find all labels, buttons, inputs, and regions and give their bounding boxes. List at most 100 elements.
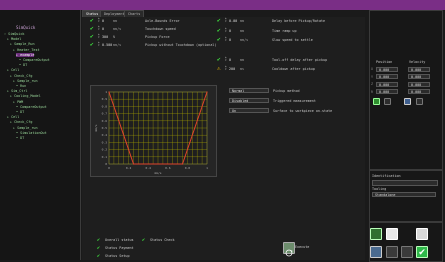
document-button[interactable] [386,228,398,240]
tree-item[interactable]: • DT [16,136,24,141]
stepper-down-icon[interactable]: ▼ [225,59,227,62]
x-tick-label: 0.4 [145,166,151,170]
tree-item[interactable]: • DT [16,110,24,115]
y-tick-label: 0.2 [102,148,108,152]
tree-item[interactable]: ▸ Sample_run [13,126,38,131]
stepper-down-icon[interactable]: ▼ [225,20,227,23]
param-value[interactable]: 0 [102,27,104,32]
layout-button[interactable] [370,246,382,258]
status-check-icon: ✔ [97,237,101,243]
velocity-field[interactable]: 0.000 [408,74,430,79]
tree-item[interactable]: • SimulationOut [16,131,47,136]
velocity-field[interactable]: 0.000 [408,66,430,72]
tree-item[interactable]: • Run [16,84,26,89]
identification-label: Identification [372,174,401,178]
execute-button[interactable] [283,242,295,257]
position-field[interactable]: 0.000 [376,81,398,87]
param-value[interactable]: 0.00 [229,19,237,24]
axis-label: X [371,67,374,71]
y-tick-label: 0.6 [102,119,108,123]
tree-item[interactable]: • DT [19,63,27,68]
y-tick-label: 0 [105,162,107,166]
axis-disable-button[interactable] [384,98,391,105]
check-icon: ✔ [90,41,94,48]
data-point [132,163,135,165]
status-label: Status Setup [105,254,130,258]
param-field[interactable]: On [229,108,269,113]
x-axis-label: mm/s [154,171,161,175]
param-value[interactable]: 0 [229,58,231,63]
tree-item[interactable]: ▸ Sample_run [13,79,38,84]
status-label: Status Check [150,238,175,242]
position-field[interactable]: 0.000 [376,89,398,94]
axis-label: Y [371,74,374,79]
data-point [206,91,208,93]
tree-item[interactable]: ▸ Check_Cfg [10,120,32,125]
tree-item[interactable]: ▸ Model [7,37,21,42]
param-unit: mm [113,19,118,23]
stepper-down-icon[interactable]: ▼ [225,39,227,42]
param-label: Cooldown after pickup [272,66,315,71]
param-label: Time ramp up [272,28,297,33]
param-value[interactable]: 0 [229,29,231,34]
param-label: Slow speed to settle [272,38,313,42]
axis-label: Z [371,82,374,86]
position-field[interactable]: 0.000 [376,74,398,79]
param-unit: mm [240,19,245,23]
position-field[interactable]: 0.000 [376,66,398,72]
stepper-down-icon[interactable]: ▼ [98,36,100,39]
velocity-field[interactable]: 0.000 [408,89,430,94]
param-field[interactable]: Disabled [229,98,269,103]
param-value[interactable]: 300 [102,35,108,40]
param-value[interactable]: 0 [229,38,231,43]
tree-item[interactable]: › SimQuick [4,32,24,37]
axis-copy-button[interactable] [404,98,411,105]
run-button[interactable] [370,228,382,240]
tree-item[interactable]: • CompareOutput [16,105,47,110]
status-label: Overall status [105,238,134,242]
y-tick-label: 0.3 [102,140,108,144]
tree-item[interactable]: ▸ Cooling_Model [10,94,41,99]
tree-item[interactable]: ▸ Sim_Ctrl [7,89,27,94]
param-value[interactable]: 0.500 [102,43,112,48]
y-tick-label: 0.8 [102,104,108,108]
param-unit: ms [240,66,245,71]
grid-button[interactable] [386,246,398,258]
plot-panel: 1 0.9 0.8 0.7 0.6 0.5 0.4 0.3 0.2 0.1 0 0 0.2 0.4 0.6 0… [90,85,217,177]
identification-field[interactable] [372,180,438,186]
y-tick-label: 1 [105,90,107,94]
tooling-select[interactable]: Standalone [372,192,436,197]
tree-item[interactable]: ▸ Heater_Test [13,48,40,53]
stepper-down-icon[interactable]: ▼ [98,28,100,31]
tree-item[interactable]: ▸ Cell [7,68,19,73]
check-icon: ✔ [90,33,94,40]
y-tick-label: 0.7 [102,112,108,116]
tree-item[interactable]: ▸ Check_Cfg [10,74,32,79]
axis-paste-button[interactable] [416,98,423,105]
param-value[interactable]: 200 [229,67,235,72]
tree-item[interactable]: ▸ PWM [13,100,23,105]
param-label: Axle-Bounds Error [145,19,180,23]
axis-label: R [371,89,374,94]
stepper-down-icon[interactable]: ▼ [225,30,227,33]
y-tick-label: 0.1 [102,155,108,159]
app-title [161,0,165,11]
tree-item[interactable]: ▸ Sample_Run [10,42,35,47]
tree-item[interactable]: ▸ example [16,52,35,58]
confirm-button[interactable]: ✔ [416,246,428,258]
param-label: Tool-off delay after pickup [272,58,328,62]
velocity-chart: 1 0.9 0.8 0.7 0.6 0.5 0.4 0.3 0.2 0.1 00 0.2 0.4 0.6 0… [94,90,208,175]
tree-item[interactable]: • CompareOutput [19,58,50,63]
param-value[interactable]: 0 [102,19,104,24]
stepper-down-icon[interactable]: ▼ [98,44,100,47]
stepper-down-icon[interactable]: ▼ [225,68,227,71]
param-field[interactable]: Normal [229,88,269,93]
list-button[interactable] [401,246,413,258]
stepper-down-icon[interactable]: ▼ [98,20,100,23]
y-tick-label: 0.5 [102,126,108,130]
image-button[interactable] [416,228,428,240]
tree-item[interactable]: ▸ Cell [7,115,19,120]
param-unit: mm [240,58,245,62]
axis-enable-button[interactable] [373,98,380,105]
velocity-field[interactable]: 0.000 [408,81,430,87]
